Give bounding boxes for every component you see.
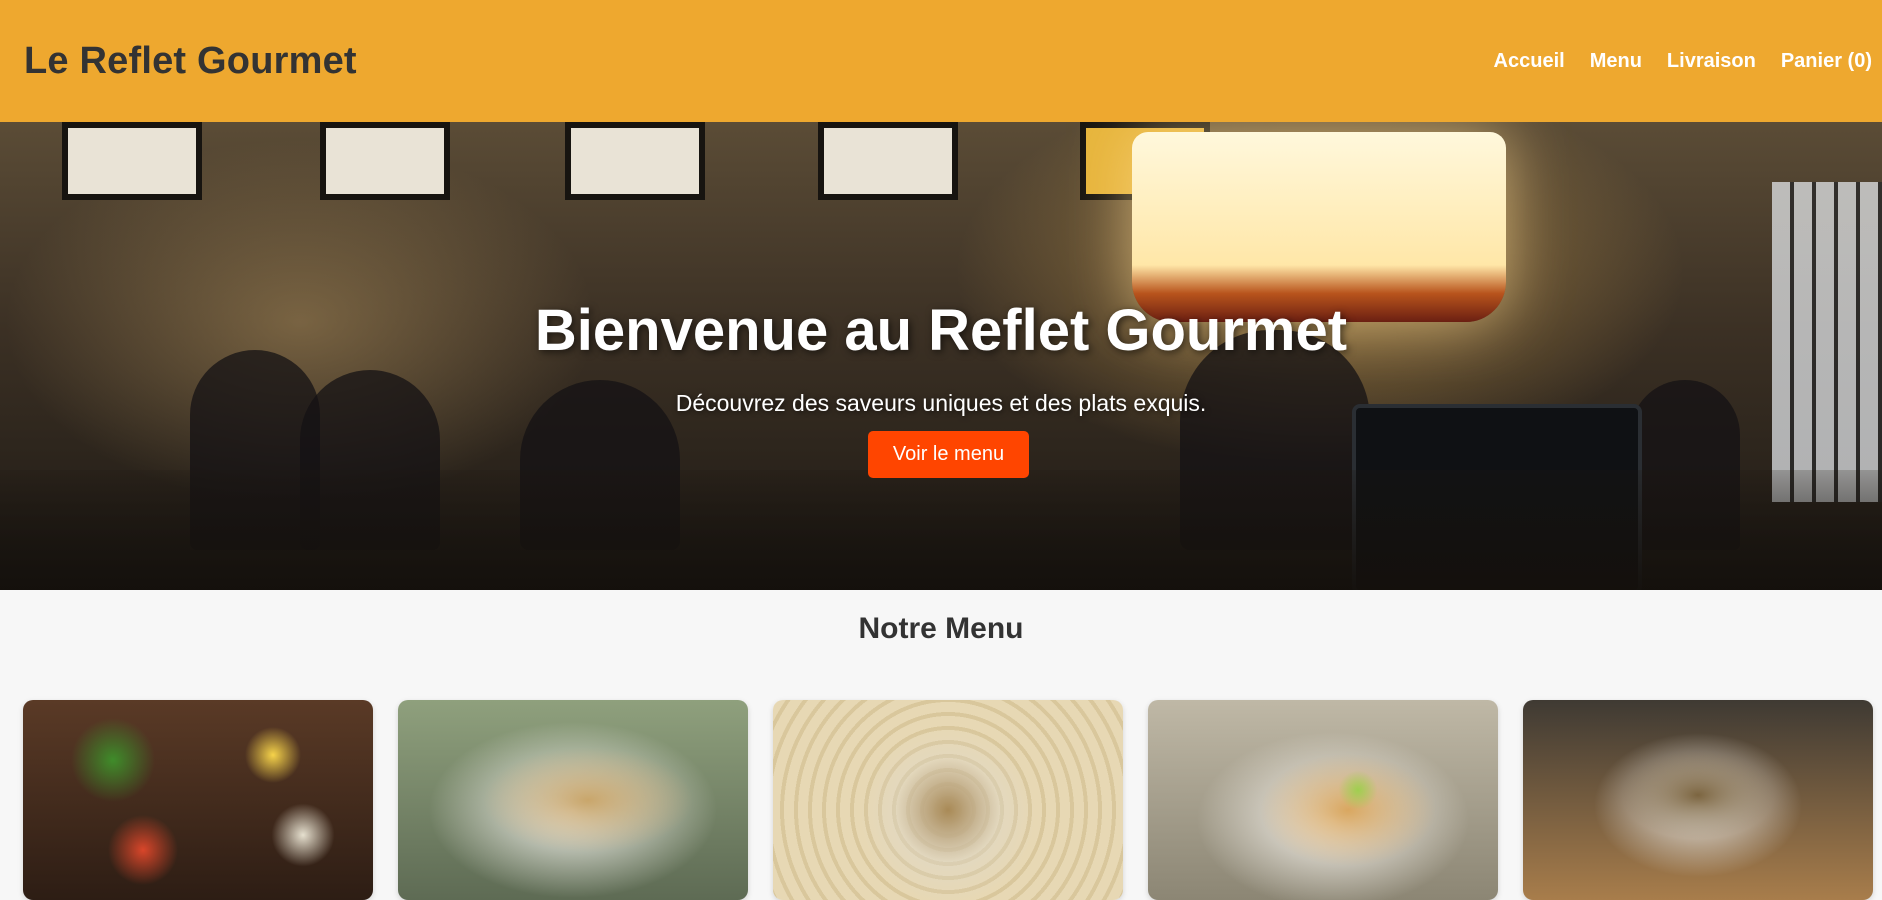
menu-cards [23,700,1873,900]
hero-banner: Bienvenue au Reflet Gourmet Découvrez de… [0,122,1882,590]
menu-card-image [1148,700,1498,900]
hero-content: Bienvenue au Reflet Gourmet Découvrez de… [0,122,1882,590]
hero-subtitle: Découvrez des saveurs uniques et des pla… [675,390,1207,416]
hero-title: Bienvenue au Reflet Gourmet [534,298,1348,363]
menu-card[interactable] [398,700,748,900]
menu-card[interactable] [773,700,1123,900]
nav-link-menu[interactable]: Menu [1590,50,1642,73]
menu-card-image [1523,700,1873,900]
menu-card-image [773,700,1123,900]
menu-section-title: Notre Menu [858,612,1024,645]
menu-card[interactable] [1148,700,1498,900]
view-menu-button[interactable]: Voir le menu [868,431,1029,478]
nav-link-panier[interactable]: Panier (0) [1781,50,1872,73]
menu-card-image [23,700,373,900]
menu-card[interactable] [23,700,373,900]
site-logo[interactable]: Le Reflet Gourmet [24,40,357,83]
site-header: Le Reflet Gourmet Accueil Menu Livraison… [0,0,1882,122]
main-nav: Accueil Menu Livraison Panier (0) [1494,50,1872,73]
menu-card[interactable] [1523,700,1873,900]
nav-link-livraison[interactable]: Livraison [1667,50,1756,73]
menu-card-image [398,700,748,900]
nav-link-accueil[interactable]: Accueil [1494,50,1565,73]
